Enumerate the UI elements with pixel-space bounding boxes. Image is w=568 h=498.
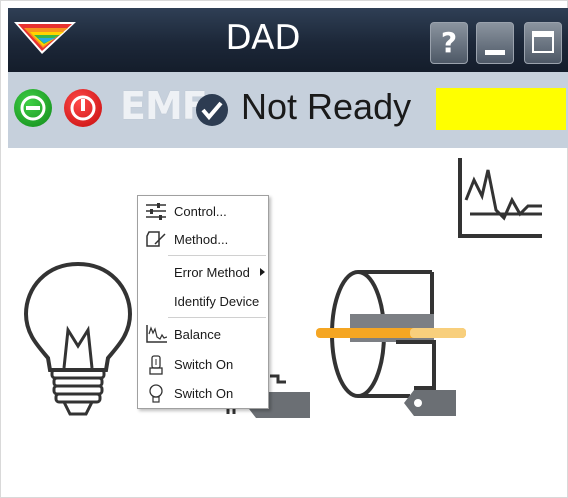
status-indicator [436, 88, 566, 130]
menu-item-label: Control... [174, 204, 227, 219]
context-menu: Control... Method... Error Method Identi… [137, 195, 269, 409]
menu-item-label: Identify Device [174, 294, 260, 309]
lightbulb-icon[interactable] [22, 260, 134, 420]
menu-item-balance[interactable]: Balance [138, 321, 268, 347]
minimize-icon [485, 50, 505, 55]
power-icon [70, 95, 96, 121]
menu-item-label: Switch On [174, 386, 234, 401]
method-icon [146, 231, 166, 247]
status-text: Not Ready [241, 86, 412, 127]
help-label: ? [440, 26, 458, 59]
menu-item-label: Method... [174, 232, 229, 247]
submenu-arrow-icon [260, 268, 265, 276]
balance-icon [146, 325, 167, 343]
standby-button[interactable] [14, 89, 52, 127]
menu-item-identify-device[interactable]: Identify Device [138, 288, 268, 314]
power-button[interactable] [64, 89, 102, 127]
menu-item-error-method[interactable]: Error Method [138, 259, 268, 285]
minus-circle-icon [20, 95, 46, 121]
check-circle-icon [196, 94, 228, 126]
menu-item-label: Error Method [174, 265, 250, 280]
menu-item-switch-on-lamp[interactable]: Switch On [138, 351, 268, 377]
bulb-small-icon [149, 384, 163, 403]
title-bar: DAD ? [8, 8, 568, 72]
sliders-icon [146, 203, 166, 220]
maximize-button[interactable] [524, 22, 562, 64]
menu-item-label: Balance [174, 327, 221, 342]
minimize-button[interactable] [476, 22, 514, 64]
menu-separator [168, 255, 266, 256]
lamp-tube-icon [149, 355, 163, 375]
menu-separator [168, 317, 266, 318]
menu-item-label: Switch On [174, 357, 234, 372]
maximize-icon [532, 31, 554, 53]
window-title: DAD [225, 18, 301, 58]
help-button[interactable]: ? [430, 22, 468, 64]
menu-item-method[interactable]: Method... [138, 226, 268, 252]
signal-chart-icon[interactable] [456, 156, 546, 240]
flow-cell-icon[interactable] [310, 262, 470, 422]
menu-item-control[interactable]: Control... [138, 198, 268, 224]
status-bar: EMF Not Ready [8, 72, 568, 148]
menu-item-switch-on-bulb[interactable]: Switch On [138, 380, 268, 406]
rainbow-logo-icon [14, 22, 76, 54]
